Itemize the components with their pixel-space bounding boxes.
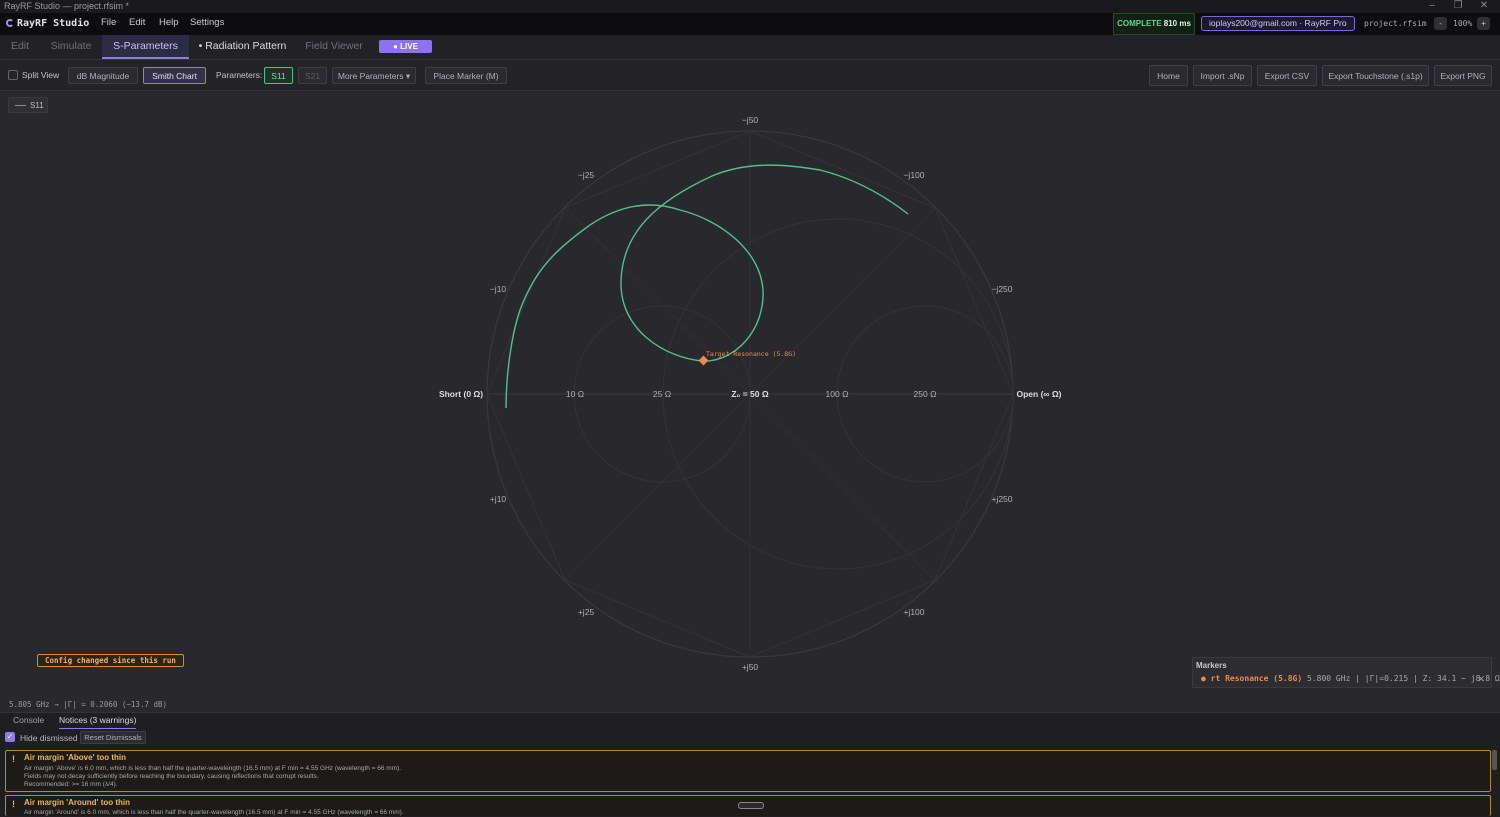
- notice-title: Air margin 'Above' too thin: [24, 753, 127, 762]
- run-status-badge: COMPLETE 810 ms: [1113, 13, 1195, 35]
- app-logo: RayRF Studio: [6, 18, 89, 29]
- marker-row[interactable]: ● rt Resonance (5.8G) 5.800 GHz | |Γ|=0.…: [1201, 674, 1500, 683]
- split-view-label: Split View: [22, 70, 60, 80]
- tab-notices[interactable]: Notices (3 warnings): [59, 712, 137, 729]
- resistance-label: 250 Ω: [914, 389, 937, 399]
- markers-title: Markers: [1196, 661, 1227, 670]
- window-title: RayRF Studio — project.rfsim *: [4, 1, 130, 11]
- place-marker-button[interactable]: Place Marker (M): [425, 67, 507, 84]
- legend-swatch: [15, 105, 26, 106]
- zoom-out-button[interactable]: -: [1434, 17, 1447, 30]
- zoom-in-button[interactable]: +: [1477, 17, 1490, 30]
- warning-icon: !: [12, 799, 15, 809]
- reactance-label: +j50: [742, 662, 759, 672]
- export-csv-button[interactable]: Export CSV: [1257, 65, 1317, 86]
- short-label: Short (0 Ω): [439, 389, 483, 399]
- live-badge: ● LIVE: [379, 40, 432, 53]
- import-snp-button[interactable]: Import .sNp: [1193, 65, 1252, 86]
- chart-legend: S11: [8, 97, 48, 113]
- markers-panel: Markers ● rt Resonance (5.8G) 5.800 GHz …: [1192, 657, 1500, 688]
- reactance-label: +j250: [991, 494, 1012, 504]
- open-label: Open (∞ Ω): [1017, 389, 1062, 399]
- reactance-label: −j25: [578, 170, 595, 180]
- menu-settings[interactable]: Settings: [190, 17, 224, 28]
- tab-simulate[interactable]: Simulate: [42, 35, 100, 59]
- reactance-label: −j50: [742, 115, 759, 125]
- export-png-button[interactable]: Export PNG: [1434, 65, 1492, 86]
- z0-label: Z₀ = 50 Ω: [731, 389, 769, 399]
- maximize-icon[interactable]: ❐: [1448, 0, 1468, 11]
- menu-file[interactable]: File: [101, 17, 116, 28]
- smith-chart-svg[interactable]: −j50 −j25 −j100 −j10 −j250 +j10 +j250 +j…: [0, 91, 1500, 697]
- notice-line: Fields may not decay sufficiently before…: [24, 773, 319, 780]
- notice-line: Air margin 'Around' is 6.0 mm, which is …: [24, 809, 404, 816]
- reactance-label: +j100: [903, 607, 924, 617]
- resistance-label: 100 Ω: [826, 389, 849, 399]
- notice-line: Recommended: >= 16 mm (λ/4).: [24, 781, 118, 788]
- parameters-label: Parameters:: [216, 70, 263, 80]
- marker-dot-icon: ●: [1201, 674, 1206, 683]
- marker-details: 5.800 GHz | |Γ|=0.215 | Z: 34.1 − j8.8 Ω: [1307, 674, 1500, 683]
- reactance-label: +j10: [490, 494, 507, 504]
- tab-s-parameters[interactable]: S-Parameters: [102, 35, 189, 59]
- chart-toolbar: Split View dB Magnitude Smith Chart Para…: [0, 60, 1500, 91]
- cursor-readout: 5.805 GHz → |Γ| = 0.2060 (−13.7 dB): [9, 700, 168, 709]
- resistance-label: 10 Ω: [566, 389, 584, 399]
- main-tabs: Edit Simulate S-Parameters • Radiation P…: [0, 35, 1500, 60]
- reactance-label: +j25: [578, 607, 595, 617]
- notice-line: Air margin 'Above' is 6.0 mm, which is l…: [24, 765, 402, 772]
- notice-title: Air margin 'Around' too thin: [24, 798, 131, 807]
- reset-dismissals-button[interactable]: Reset Dismissals: [80, 731, 146, 744]
- logo-icon: [6, 19, 14, 27]
- s11-trace: [505, 164, 909, 409]
- status-time: 810 ms: [1163, 19, 1191, 28]
- warning-icon: !: [12, 754, 15, 764]
- account-badge[interactable]: ioplays200@gmail.com · RayRF Pro: [1201, 16, 1355, 31]
- tab-radiation-pattern[interactable]: • Radiation Pattern: [193, 35, 292, 59]
- tab-console[interactable]: Console: [13, 712, 44, 728]
- split-view-checkbox[interactable]: [8, 70, 18, 80]
- reactance-label: −j250: [991, 284, 1012, 294]
- menu-edit[interactable]: Edit: [129, 17, 145, 28]
- legend-label: S11: [30, 101, 44, 110]
- menu-bar: RayRF Studio File Edit Help Settings COM…: [0, 13, 1500, 36]
- db-magnitude-button[interactable]: dB Magnitude: [68, 67, 138, 84]
- reactance-label: −j100: [903, 170, 924, 180]
- remove-marker-icon[interactable]: ✕: [1477, 674, 1485, 685]
- status-label: COMPLETE: [1117, 19, 1162, 28]
- hide-dismissed-checkbox[interactable]: ✓: [5, 732, 15, 742]
- tab-edit[interactable]: Edit: [0, 35, 40, 59]
- marker-name: rt Resonance (5.8G): [1210, 674, 1303, 683]
- panel-resize-handle[interactable]: [738, 802, 764, 809]
- minimize-icon[interactable]: –: [1422, 0, 1442, 11]
- menu-help[interactable]: Help: [159, 17, 179, 28]
- close-window-icon[interactable]: ✕: [1474, 0, 1494, 11]
- notices-scrollbar[interactable]: [1492, 750, 1497, 770]
- hide-dismissed-label: Hide dismissed: [20, 733, 78, 743]
- config-changed-badge: Config changed since this run: [37, 654, 184, 667]
- window-titlebar: RayRF Studio — project.rfsim * – ❐ ✕: [0, 0, 1500, 13]
- home-button[interactable]: Home: [1149, 65, 1188, 86]
- marker-label: Target Resonance (5.8G): [706, 350, 796, 358]
- export-touchstone-button[interactable]: Export Touchstone (.s1p): [1322, 65, 1429, 86]
- s11-toggle[interactable]: S11: [264, 67, 293, 84]
- zoom-level: 100%: [1453, 19, 1473, 28]
- more-parameters-dropdown[interactable]: More Parameters ▾: [332, 67, 416, 84]
- reactance-label: −j10: [490, 284, 507, 294]
- notice-item[interactable]: ! Air margin 'Above' too thin Air margin…: [5, 750, 1491, 792]
- project-name: project.rfsim: [1364, 19, 1427, 28]
- resistance-label: 25 Ω: [653, 389, 671, 399]
- tab-field-viewer[interactable]: Field Viewer: [298, 35, 370, 59]
- s21-toggle[interactable]: S21: [298, 67, 327, 84]
- smith-chart-area[interactable]: −j50 −j25 −j100 −j10 −j250 +j10 +j250 +j…: [0, 91, 1500, 697]
- smith-chart-button[interactable]: Smith Chart: [143, 67, 206, 84]
- app-name: RayRF Studio: [17, 18, 90, 29]
